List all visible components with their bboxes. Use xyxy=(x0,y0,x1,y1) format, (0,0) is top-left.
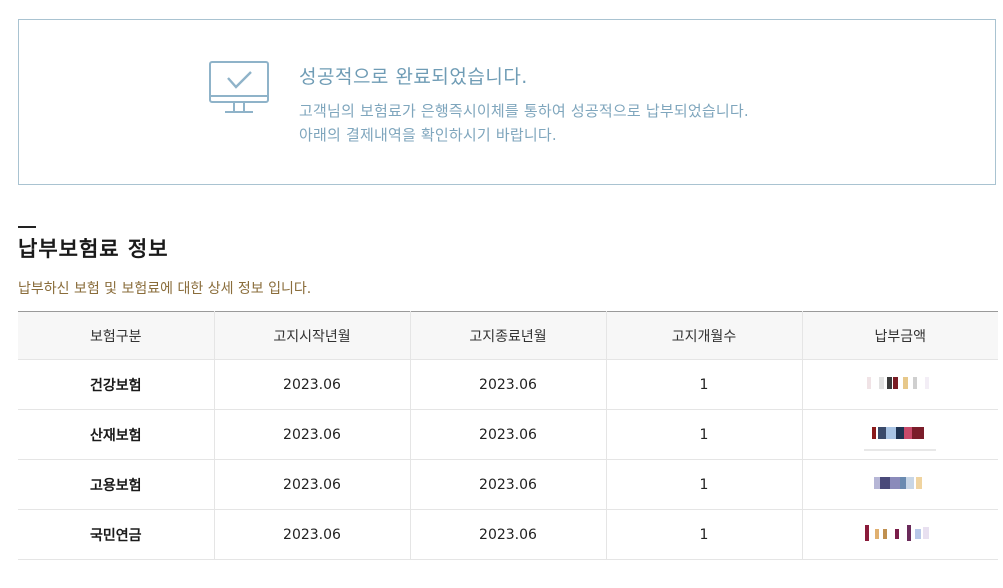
month-count: 1 xyxy=(606,409,803,460)
end-month: 2023.06 xyxy=(410,409,607,460)
banner-instruction: 아래의 결제내역을 확인하시기 바랍니다. xyxy=(299,126,557,144)
table-header-row: 보험구분 고지시작년월 고지종료년월 고지개월수 납부금액 xyxy=(18,311,998,360)
table-row: 산재보험 2023.06 2023.06 1 xyxy=(18,409,998,460)
paid-amount-redacted xyxy=(802,409,998,460)
section-subtitle: 납부하신 보험 및 보험료에 대한 상세 정보 입니다. xyxy=(18,281,312,297)
end-month: 2023.06 xyxy=(410,359,607,410)
monitor-check-icon xyxy=(209,61,269,113)
redacted-amount xyxy=(865,524,935,541)
redacted-amount-box xyxy=(864,421,936,449)
table-row: 고용보험 2023.06 2023.06 1 xyxy=(18,459,998,510)
redacted-amount xyxy=(872,476,928,489)
completion-banner: 성공적으로 완료되었습니다. 고객님의 보험료가 은행즉시이체를 통하여 성공적… xyxy=(18,19,996,185)
month-count: 1 xyxy=(606,359,803,410)
header-start-month: 고지시작년월 xyxy=(214,311,411,360)
banner-message: 고객님의 보험료가 은행즉시이체를 통하여 성공적으로 납부되었습니다. xyxy=(299,102,749,120)
banner-title: 성공적으로 완료되었습니다. xyxy=(299,66,528,88)
end-month: 2023.06 xyxy=(410,509,607,560)
paid-amount-redacted xyxy=(802,459,998,510)
header-end-month: 고지종료년월 xyxy=(410,311,607,360)
table-row: 국민연금 2023.06 2023.06 1 xyxy=(18,509,998,560)
month-count: 1 xyxy=(606,509,803,560)
paid-amount-redacted xyxy=(802,509,998,560)
section-title: 납부보험료 정보 xyxy=(18,237,169,261)
insurance-type: 산재보험 xyxy=(18,409,215,460)
header-paid-amount: 납부금액 xyxy=(802,311,998,360)
header-insurance-type: 보험구분 xyxy=(18,311,215,360)
start-month: 2023.06 xyxy=(214,509,411,560)
start-month: 2023.06 xyxy=(214,459,411,510)
end-month: 2023.06 xyxy=(410,459,607,510)
redacted-amount xyxy=(865,376,935,389)
paid-amount-redacted xyxy=(802,359,998,410)
section-accent-bar xyxy=(18,226,36,228)
insurance-type: 고용보험 xyxy=(18,459,215,510)
header-month-count: 고지개월수 xyxy=(606,311,803,360)
redacted-amount xyxy=(872,426,928,439)
insurance-type: 국민연금 xyxy=(18,509,215,560)
start-month: 2023.06 xyxy=(214,409,411,460)
premium-info-table: 보험구분 고지시작년월 고지종료년월 고지개월수 납부금액 건강보험 2023.… xyxy=(18,311,998,560)
payment-complete-page: 성공적으로 완료되었습니다. 고객님의 보험료가 은행즉시이체를 통하여 성공적… xyxy=(0,0,1003,588)
table-row: 건강보험 2023.06 2023.06 1 xyxy=(18,359,998,410)
insurance-type: 건강보험 xyxy=(18,359,215,410)
month-count: 1 xyxy=(606,459,803,510)
start-month: 2023.06 xyxy=(214,359,411,410)
